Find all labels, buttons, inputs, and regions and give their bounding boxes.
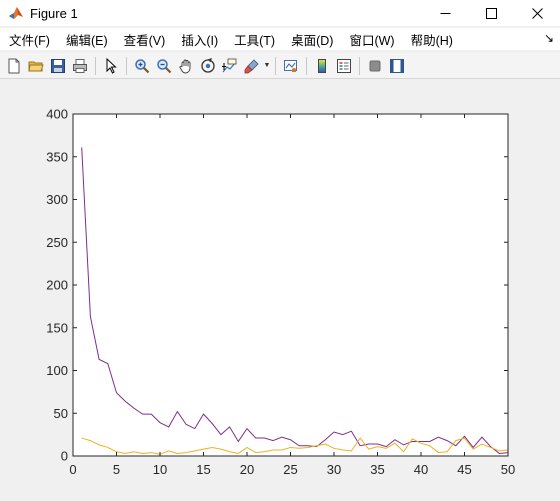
zoom-out-icon [157, 58, 172, 73]
menu-insert[interactable]: 插入(I) [173, 30, 226, 49]
open-file-icon [28, 61, 44, 71]
data-cursor-icon [222, 58, 237, 72]
link-plot-button[interactable] [280, 55, 302, 77]
y-tick-label: 150 [46, 320, 68, 335]
hide-plot-tools-button[interactable] [364, 55, 386, 77]
save-button[interactable] [47, 55, 69, 77]
y-tick-label: 300 [46, 192, 68, 207]
minimize-button[interactable] [422, 0, 468, 26]
matlab-logo-icon [9, 7, 23, 19]
y-tick-label: 250 [46, 235, 68, 250]
show-plot-tools-button[interactable] [386, 55, 408, 77]
maximize-icon [485, 7, 497, 19]
y-tick-label: 350 [46, 149, 68, 164]
figure-canvas: 0 5 10 15 20 25 30 35 40 45 50 0 50 100 150 200 250 300 35… [0, 80, 560, 501]
minimize-icon [440, 12, 450, 14]
zoom-in-icon [135, 58, 150, 73]
chevron-down-icon: ▼ [263, 62, 271, 69]
x-tick-label: 30 [327, 462, 341, 477]
close-icon [531, 7, 543, 19]
menu-view[interactable]: 查看(V) [116, 30, 174, 49]
toolbar-separator [275, 56, 276, 75]
x-tick-label: 25 [283, 462, 297, 477]
zoom-out-button[interactable] [153, 55, 175, 77]
brush-button[interactable] [241, 55, 263, 77]
legend-icon [337, 58, 351, 73]
y-tick-label: 100 [46, 363, 68, 378]
chart-axes[interactable]: 0 5 10 15 20 25 30 35 40 45 50 0 50 100 150 200 250 300 35… [0, 80, 560, 501]
y-tick-label: 50 [54, 406, 68, 421]
x-tick-label: 50 [501, 462, 515, 477]
print-icon [73, 58, 87, 73]
window-title: Figure 1 [30, 5, 78, 21]
new-figure-icon [8, 58, 20, 73]
x-tick-label: 40 [414, 462, 428, 477]
x-tick-label: 5 [113, 462, 120, 477]
rotate-3d-button[interactable] [197, 55, 219, 77]
x-tick-label: 10 [153, 462, 167, 477]
menu-desktop[interactable]: 桌面(D) [283, 30, 341, 49]
link-plot-icon [284, 59, 297, 72]
menu-bar: 文件(F) 编辑(E) 查看(V) 插入(I) 工具(T) 桌面(D) 窗口(W… [0, 28, 560, 50]
show-plot-tools-icon [390, 58, 404, 73]
insert-legend-button[interactable] [333, 55, 355, 77]
toolbar-separator [95, 56, 96, 75]
x-tick-label: 35 [370, 462, 384, 477]
zoom-in-button[interactable] [131, 55, 153, 77]
menu-help[interactable]: 帮助(H) [403, 30, 461, 49]
x-tick-label: 20 [240, 462, 254, 477]
new-figure-button[interactable] [3, 55, 25, 77]
brush-dropdown[interactable]: ▼ [263, 55, 271, 77]
pan-icon [179, 59, 191, 73]
open-file-button[interactable] [25, 55, 47, 77]
hide-plot-tools-icon [369, 60, 381, 71]
insert-colorbar-button[interactable] [311, 55, 333, 77]
print-button[interactable] [69, 55, 91, 77]
menu-overflow-icon[interactable]: ↘ [544, 31, 554, 45]
menu-file[interactable]: 文件(F) [0, 30, 58, 49]
title-bar: Figure 1 [0, 0, 560, 26]
figure-toolbar: ▼ [0, 53, 560, 79]
brush-icon [244, 58, 259, 73]
toolbar-separator [126, 56, 127, 75]
toolbar-separator [359, 56, 360, 75]
save-icon [51, 58, 65, 73]
close-button[interactable] [514, 0, 560, 26]
maximize-button[interactable] [468, 0, 514, 26]
colorbar-icon [318, 58, 326, 73]
x-tick-label: 45 [457, 462, 471, 477]
y-tick-label: 400 [46, 107, 68, 122]
menu-edit[interactable]: 编辑(E) [58, 30, 116, 49]
pan-button[interactable] [175, 55, 197, 77]
toolbar-separator [306, 56, 307, 75]
data-cursor-button[interactable] [219, 55, 241, 77]
rotate-3d-icon [201, 57, 215, 73]
x-tick-label: 15 [196, 462, 210, 477]
plot-area [73, 114, 508, 456]
pointer-icon [106, 57, 117, 74]
menu-tools[interactable]: 工具(T) [226, 30, 283, 49]
x-tick-label: 0 [69, 462, 76, 477]
y-tick-label: 0 [61, 449, 68, 464]
y-tick-label: 200 [46, 278, 68, 293]
menu-window[interactable]: 窗口(W) [341, 30, 402, 49]
edit-plot-button[interactable] [100, 55, 122, 77]
